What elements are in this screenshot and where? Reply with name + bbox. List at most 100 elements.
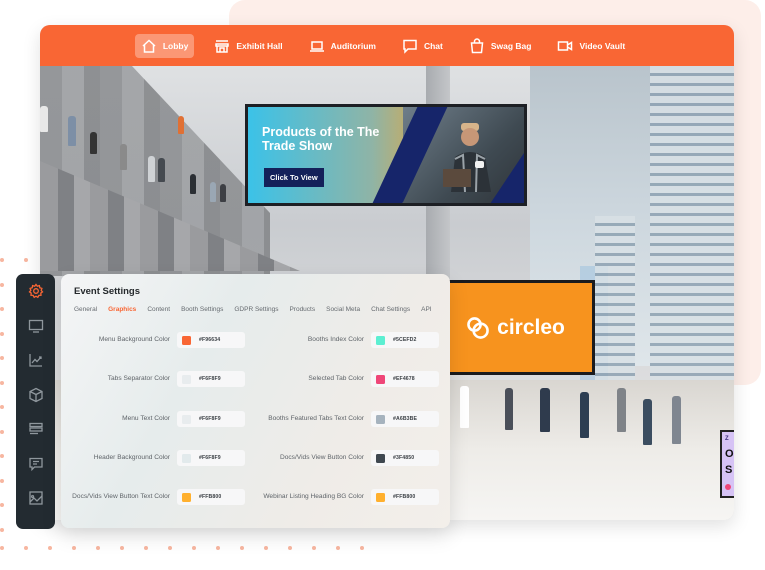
decorative-dot [24,258,28,262]
decorative-dot [144,546,148,550]
attendee-figure [505,388,513,430]
tab-api[interactable]: API [421,306,431,313]
attendee-figure [120,144,127,170]
color-field-label: Docs/Vids View Button Color [279,454,364,461]
color-swatch[interactable] [376,414,385,424]
color-input[interactable]: #F96634 [177,332,245,348]
color-input[interactable]: #FFB800 [177,489,245,505]
color-swatch[interactable] [376,335,385,345]
decorative-dot [0,527,4,532]
nav-auditorium-label: Auditorium [330,40,376,51]
decorative-dot [0,429,4,434]
circleo-logo-icon [467,316,489,339]
storefront-icon [215,39,230,53]
color-swatch[interactable] [182,335,191,345]
sidebar-item-media[interactable] [28,490,44,506]
nav-chat-label: Chat [423,40,443,51]
gear-icon [28,283,43,299]
decorative-dot [0,454,4,458]
hex-value: #F6F8F9 [199,376,221,382]
nav-chat[interactable]: Chat [396,34,449,58]
shopping-bag-icon [470,37,484,53]
tab-social-meta[interactable]: Social Meta [326,306,360,313]
attendee-figure [90,132,97,154]
nav-exhibit-hall-label: Exhibit Hall [236,40,283,51]
sponsor-logo: circleo [438,283,592,372]
image-icon [28,491,43,505]
cube-icon [28,387,43,402]
attendee-figure [178,116,184,134]
decorative-dot [240,546,244,550]
tab-products[interactable]: Products [289,306,315,313]
color-swatch[interactable] [182,374,191,384]
message-icon [28,457,43,471]
video-camera-icon [558,40,573,51]
decorative-dot [0,380,4,385]
tab-booth-settings[interactable]: Booth Settings [181,306,223,313]
color-input[interactable]: #EF4678 [371,371,439,387]
nav-lobby[interactable]: Lobby [134,33,195,58]
color-field-label: Header Background Color [93,454,170,461]
sidebar-item-3d-objects[interactable] [28,387,44,403]
admin-sidebar [16,274,55,529]
panel-title: Event Settings [74,286,140,297]
color-swatch[interactable] [376,492,385,502]
color-field-label: Booths Featured Tabs Text Color [268,415,364,422]
list-layout-icon [28,422,43,435]
color-field-label: Menu Background Color [98,336,170,343]
attendee-figure [643,399,652,445]
color-input[interactable]: #F6F8F9 [177,411,245,427]
sponsor-screen[interactable]: circleo [435,280,595,375]
color-input[interactable]: #A6B3BE [371,411,439,427]
color-field-label: Selected Tab Color [308,375,364,382]
decorative-dot [48,546,52,550]
click-to-view-button[interactable]: Click To View [264,168,324,187]
monitor-icon [28,319,43,333]
sidebar-item-settings[interactable] [28,283,44,299]
nav-swag-bag-label: Swag Bag [490,40,532,51]
nav-lobby-label: Lobby [162,40,189,51]
decorative-dot [360,546,364,550]
attendee-figure [40,106,48,132]
nav-exhibit-hall[interactable]: Exhibit Hall [208,34,288,58]
hex-value: #F6F8F9 [199,416,221,422]
nav-video-vault[interactable]: Video Vault [551,34,631,58]
decorative-dot [0,307,4,311]
decorative-dot [192,546,196,550]
tab-gdpr-settings[interactable]: GDPR Settings [234,306,278,313]
sidebar-item-messages[interactable] [28,456,44,472]
color-input[interactable]: #5CEFD2 [371,332,439,348]
color-swatch[interactable] [182,453,191,463]
tab-chat-settings[interactable]: Chat Settings [371,306,410,313]
decorative-dot [0,405,4,409]
sidebar-item-display[interactable] [28,318,44,334]
tab-general[interactable]: General [74,306,97,313]
tab-content[interactable]: Content [147,306,170,313]
partial-promo-sign[interactable]: Z O S [720,430,734,498]
nav-swag-bag[interactable]: Swag Bag [463,34,538,58]
attendee-figure [580,392,589,438]
color-swatch[interactable] [376,453,385,463]
attendee-figure [210,182,216,202]
nav-auditorium[interactable]: Auditorium [303,34,382,58]
laptop-icon [309,40,324,52]
color-swatch[interactable] [182,414,191,424]
hex-value: #F96634 [199,337,221,343]
nav-video-vault-label: Video Vault [579,40,626,51]
color-input[interactable]: #F6F8F9 [177,450,245,466]
color-swatch[interactable] [182,492,191,502]
decorative-dot [0,356,4,360]
color-swatch[interactable] [376,374,385,384]
color-field-label: Tabs Separator Color [107,375,170,382]
tab-graphics[interactable]: Graphics [108,306,136,313]
decorative-dot [288,546,292,550]
sidebar-item-layout[interactable] [28,421,44,437]
color-input[interactable]: #3F4850 [371,450,439,466]
promo-billboard[interactable]: Products of the The Trade Show Click To … [245,104,527,206]
attendee-figure [540,388,550,432]
sidebar-item-analytics[interactable] [28,352,44,368]
color-input[interactable]: #F6F8F9 [177,371,245,387]
attendee-figure [220,184,226,202]
person-with-coffee-illustration [443,123,491,192]
color-input[interactable]: #FFB800 [371,489,439,505]
